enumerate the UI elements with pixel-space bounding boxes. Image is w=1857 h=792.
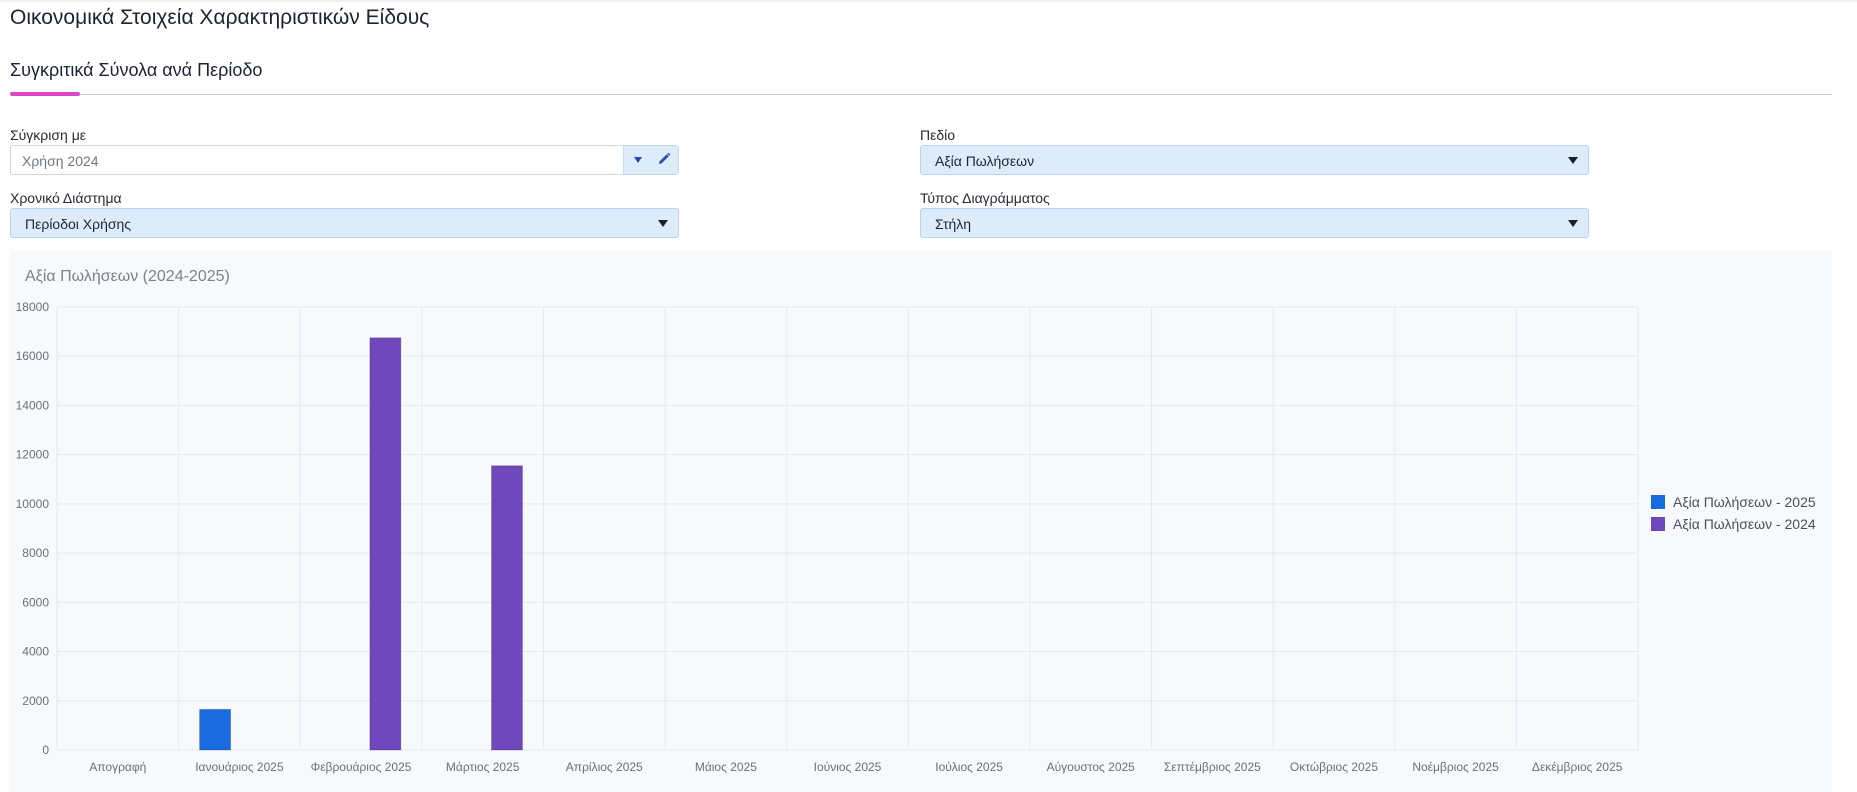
legend-label: Αξία Πωλήσεων - 2025 bbox=[1673, 494, 1816, 510]
y-tick-label: 14000 bbox=[16, 398, 50, 412]
x-tick-label: Απογραφή bbox=[89, 760, 146, 774]
y-tick-label: 10000 bbox=[16, 497, 50, 511]
x-tick-label: Μάρτιος 2025 bbox=[446, 760, 520, 774]
y-tick-label: 2000 bbox=[22, 694, 49, 708]
y-tick-label: 8000 bbox=[22, 546, 49, 560]
bar bbox=[199, 708, 232, 751]
x-tick-label: Αύγουστος 2025 bbox=[1047, 760, 1136, 774]
sales-bar-chart: 0 2000 4000 6000 8000 10000 12000 14000 16000 180… bbox=[16, 300, 1816, 774]
x-tick-label: Ιούλιος 2025 bbox=[935, 760, 1003, 774]
x-tick-label: Νοέμβριος 2025 bbox=[1412, 760, 1499, 774]
y-tick-label: 18000 bbox=[16, 300, 50, 314]
x-tick-label: Σεπτέμβριος 2025 bbox=[1164, 760, 1261, 774]
bar bbox=[490, 465, 523, 751]
x-tick-label: Οκτώβριος 2025 bbox=[1290, 760, 1378, 774]
y-tick-label: 4000 bbox=[22, 645, 49, 659]
x-tick-label: Απρίλιος 2025 bbox=[566, 760, 643, 774]
y-tick-label: 12000 bbox=[16, 448, 50, 462]
legend-swatch bbox=[1651, 495, 1665, 509]
y-tick-label: 0 bbox=[42, 743, 49, 757]
x-tick-label: Μάιος 2025 bbox=[695, 760, 757, 774]
x-tick-label: Δεκέμβριος 2025 bbox=[1532, 760, 1623, 774]
x-tick-label: Φεβρουάριος 2025 bbox=[311, 760, 412, 774]
x-tick-label: Ιούνιος 2025 bbox=[814, 760, 882, 774]
legend-swatch bbox=[1651, 517, 1665, 531]
x-tick-label: Ιανουάριος 2025 bbox=[195, 760, 284, 774]
y-tick-label: 16000 bbox=[16, 349, 50, 363]
legend-label: Αξία Πωλήσεων - 2024 bbox=[1673, 516, 1816, 532]
y-tick-label: 6000 bbox=[22, 595, 49, 609]
bar bbox=[369, 337, 402, 751]
